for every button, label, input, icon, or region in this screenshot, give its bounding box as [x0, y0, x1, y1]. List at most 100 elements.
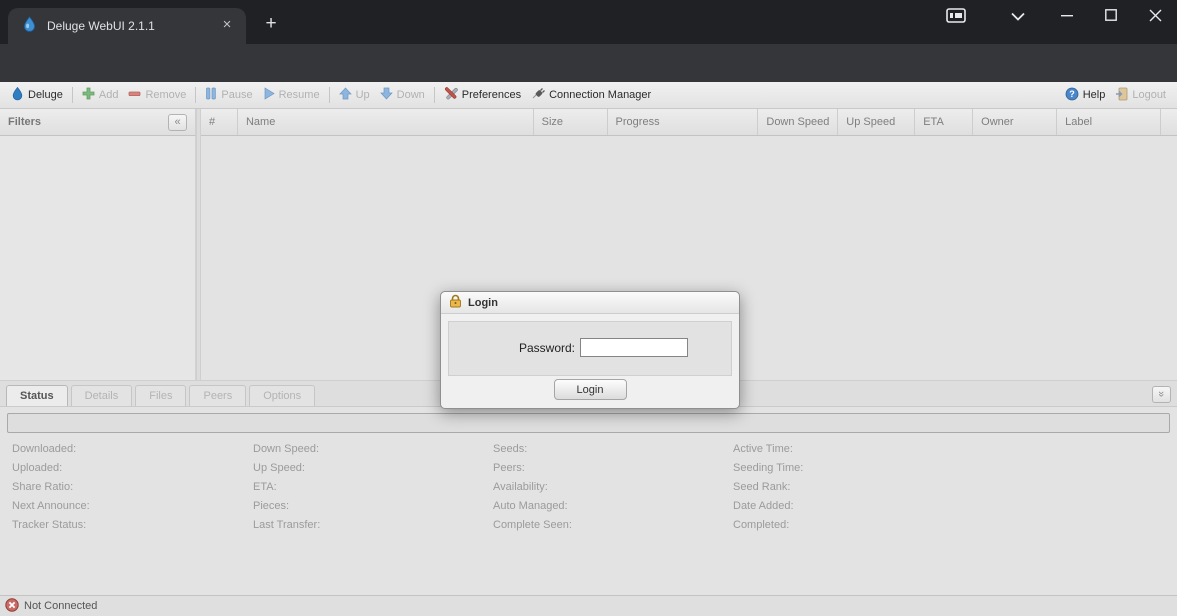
- close-window-button[interactable]: [1133, 0, 1177, 30]
- column-header-owner[interactable]: Owner: [973, 109, 1057, 135]
- deluge-favicon-icon: [22, 16, 37, 37]
- column-header-progress[interactable]: Progress: [608, 109, 759, 135]
- connection-manager-button[interactable]: Connection Manager: [526, 84, 656, 106]
- tab-details[interactable]: Details: [71, 385, 133, 406]
- preferences-button[interactable]: Preferences: [439, 84, 526, 107]
- field-downloaded: Downloaded:: [12, 440, 90, 459]
- filters-collapse-button[interactable]: «: [168, 114, 187, 131]
- pause-button[interactable]: Pause: [200, 84, 257, 106]
- status-fields-col1: Downloaded: Uploaded: Share Ratio: Next …: [12, 440, 90, 535]
- help-icon: ?: [1065, 87, 1079, 104]
- svg-text:?: ?: [1069, 89, 1075, 99]
- column-header-up-speed[interactable]: Up Speed: [838, 109, 915, 135]
- media-controls-icon[interactable]: [938, 3, 974, 29]
- toolbar-separator: [329, 87, 330, 103]
- field-complete-seen: Complete Seen:: [493, 516, 572, 535]
- column-header-down-speed[interactable]: Down Speed: [758, 109, 838, 135]
- deluge-toolbar: Deluge Add Remove Pause Resume: [0, 82, 1177, 109]
- filters-panel-header: Filters «: [0, 109, 196, 136]
- not-connected-icon: [5, 598, 19, 615]
- resume-icon: [263, 87, 275, 103]
- status-panel: Downloaded: Uploaded: Share Ratio: Next …: [0, 406, 1177, 595]
- field-up-speed: Up Speed:: [253, 459, 320, 478]
- tab-close-icon[interactable]: ×: [218, 17, 236, 35]
- field-pieces: Pieces:: [253, 497, 320, 516]
- field-auto-managed: Auto Managed:: [493, 497, 572, 516]
- queue-down-button[interactable]: Down: [375, 84, 430, 106]
- field-seeds: Seeds:: [493, 440, 572, 459]
- status-fields-col4: Active Time: Seeding Time: Seed Rank: Da…: [733, 440, 803, 535]
- field-date-added: Date Added:: [733, 497, 803, 516]
- password-input[interactable]: [580, 338, 688, 357]
- login-submit-button[interactable]: Login: [554, 379, 627, 400]
- torrent-progress-bar: [7, 413, 1170, 433]
- deluge-label: Deluge: [28, 89, 63, 101]
- tab-status[interactable]: Status: [6, 385, 68, 406]
- tab-options[interactable]: Options: [249, 385, 315, 406]
- login-dialog: Login Password: Login: [440, 291, 740, 409]
- torrent-grid-header: # Name Size Progress Down Speed Up Speed…: [201, 109, 1177, 136]
- login-dialog-title: Login: [468, 297, 498, 309]
- connection-statusbar: Not Connected: [0, 595, 1177, 616]
- add-torrent-button[interactable]: Add: [77, 84, 124, 106]
- screen: Deluge WebUI 2.1.1 × + ← → ⟳: [0, 0, 1177, 616]
- column-header-size[interactable]: Size: [534, 109, 608, 135]
- column-header-name[interactable]: Name: [238, 109, 534, 135]
- minimize-button[interactable]: [1045, 0, 1089, 30]
- panel-collapse-button[interactable]: »: [1152, 386, 1171, 403]
- filters-panel[interactable]: [0, 136, 196, 380]
- up-icon: [339, 87, 352, 103]
- field-last-transfer: Last Transfer:: [253, 516, 320, 535]
- maximize-button[interactable]: [1089, 0, 1133, 30]
- field-uploaded: Uploaded:: [12, 459, 90, 478]
- pause-icon: [205, 87, 217, 103]
- lock-icon: [449, 294, 462, 311]
- field-active-time: Active Time:: [733, 440, 803, 459]
- field-eta: ETA:: [253, 478, 320, 497]
- plug-icon: [531, 87, 545, 103]
- tab-title: Deluge WebUI 2.1.1: [47, 19, 218, 33]
- field-seed-rank: Seed Rank:: [733, 478, 803, 497]
- column-header-label[interactable]: Label: [1057, 109, 1161, 135]
- toolbar-separator: [72, 87, 73, 103]
- logout-button[interactable]: Logout: [1110, 84, 1171, 107]
- field-seeding-time: Seeding Time:: [733, 459, 803, 478]
- logout-icon: [1115, 87, 1128, 104]
- field-availability: Availability:: [493, 478, 572, 497]
- tab-search-chevron-icon[interactable]: [1000, 3, 1036, 29]
- status-fields-col2: Down Speed: Up Speed: ETA: Pieces: Last …: [253, 440, 320, 535]
- connection-status-text[interactable]: Not Connected: [24, 600, 97, 612]
- chevron-double-down-icon: »: [1155, 391, 1169, 397]
- tab-files[interactable]: Files: [135, 385, 186, 406]
- add-icon: [82, 87, 95, 103]
- status-fields-col3: Seeds: Peers: Availability: Auto Managed…: [493, 440, 572, 535]
- resume-button[interactable]: Resume: [258, 84, 325, 106]
- password-label: Password:: [449, 341, 580, 355]
- browser-toolbar: ← → ⟳ Inseguro 192.168.0.117:8112 A ☆: [0, 44, 1177, 82]
- browser-tab[interactable]: Deluge WebUI 2.1.1 ×: [8, 8, 246, 44]
- field-peers: Peers:: [493, 459, 572, 478]
- toolbar-separator: [195, 87, 196, 103]
- deluge-home-button[interactable]: Deluge: [6, 83, 68, 107]
- remove-icon: [128, 87, 141, 103]
- help-button[interactable]: ? Help: [1060, 84, 1111, 107]
- login-dialog-titlebar[interactable]: Login: [441, 292, 739, 314]
- queue-up-button[interactable]: Up: [334, 84, 375, 106]
- field-down-speed: Down Speed:: [253, 440, 320, 459]
- field-completed: Completed:: [733, 516, 803, 535]
- browser-tabstrip: Deluge WebUI 2.1.1 × +: [0, 0, 1177, 44]
- field-tracker-status: Tracker Status:: [12, 516, 90, 535]
- filters-title: Filters: [8, 116, 168, 128]
- field-share-ratio: Share Ratio:: [12, 478, 90, 497]
- deluge-logo-icon: [11, 86, 24, 104]
- new-tab-button[interactable]: +: [258, 12, 284, 38]
- login-form-panel: Password:: [448, 321, 732, 376]
- column-header-eta[interactable]: ETA: [915, 109, 973, 135]
- tab-peers[interactable]: Peers: [189, 385, 246, 406]
- toolbar-separator: [434, 87, 435, 103]
- remove-torrent-button[interactable]: Remove: [123, 84, 191, 106]
- field-next-announce: Next Announce:: [12, 497, 90, 516]
- down-icon: [380, 87, 393, 103]
- column-header-number[interactable]: #: [201, 109, 238, 135]
- preferences-icon: [444, 87, 458, 104]
